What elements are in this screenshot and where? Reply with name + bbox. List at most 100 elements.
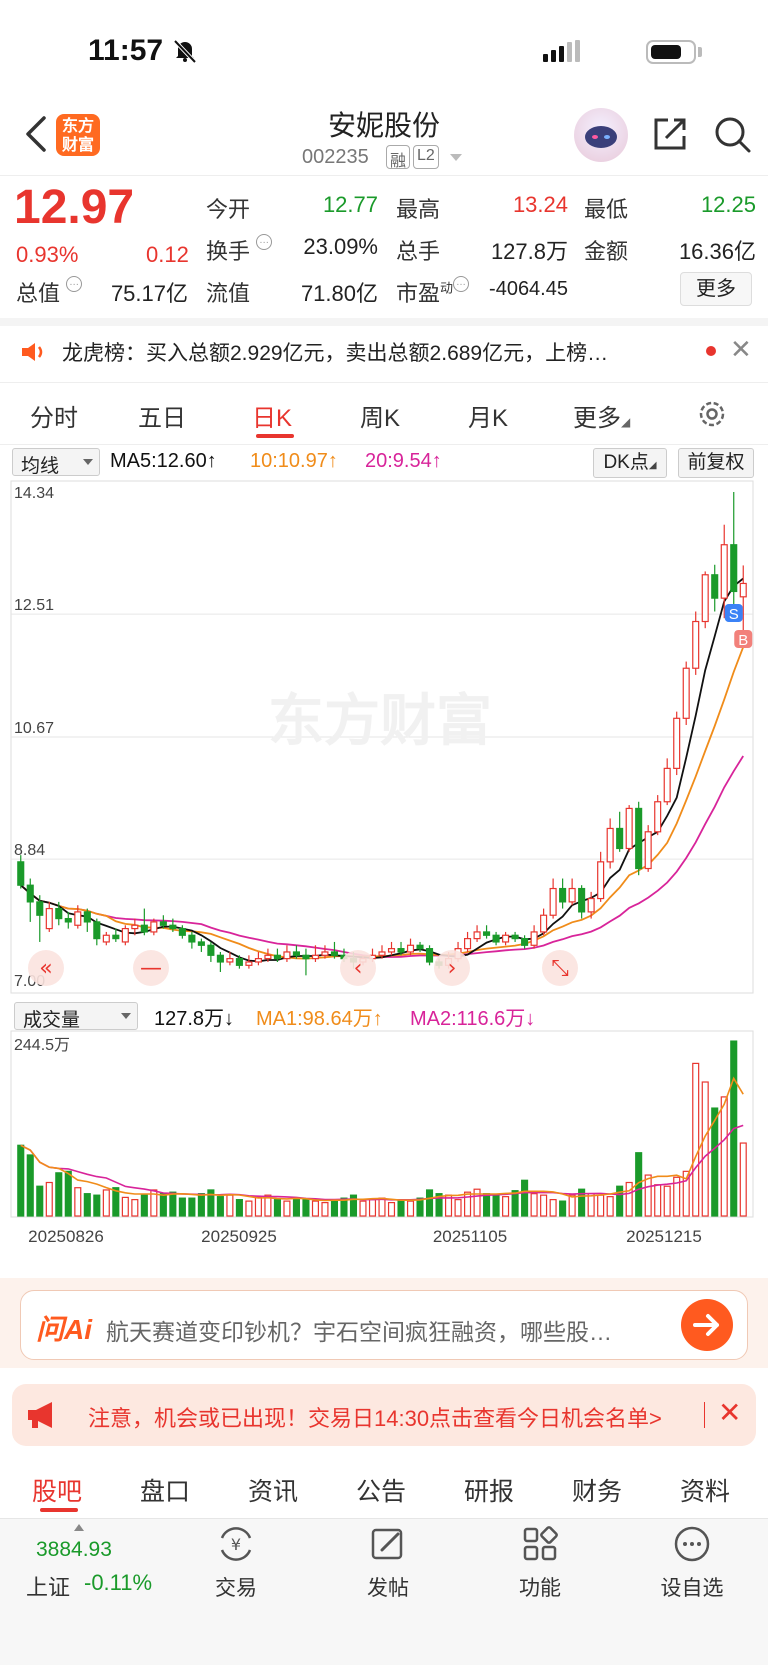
go-arrow-button[interactable] <box>681 1299 733 1351</box>
high-value: 13.24 <box>512 192 568 217</box>
tab-guba[interactable]: 股吧 <box>32 1472 82 1508</box>
volume-max-label: 244.5万 <box>14 1037 70 1054</box>
edit-post-icon[interactable] <box>368 1524 408 1564</box>
tab-monthly-k[interactable]: 月K <box>468 398 508 433</box>
volume-bar <box>587 1193 595 1217</box>
volume-bar <box>540 1194 548 1217</box>
kline-chart[interactable]: 14.3412.5110.678.847.00东方财富SB« — ‹ › ⤡ <box>10 480 758 996</box>
volume-bar <box>169 1191 177 1217</box>
candle-body <box>606 827 614 863</box>
y-tick-label: 12.51 <box>14 597 54 614</box>
close-icon[interactable]: ✕ <box>730 334 752 365</box>
tab-pankou[interactable]: 盘口 <box>140 1472 190 1508</box>
candle-body <box>140 924 148 933</box>
candle-body <box>568 887 576 903</box>
volume-bar <box>26 1154 34 1217</box>
stock-name: 安妮股份 <box>327 110 440 141</box>
volume-current: 127.8万↓ <box>154 1008 235 1030</box>
volume-bar <box>102 1189 110 1217</box>
volume-bar <box>188 1197 196 1217</box>
active-tab-indicator <box>256 434 294 438</box>
scroll-left-icon[interactable]: « <box>28 950 64 986</box>
candle-body <box>730 544 738 593</box>
candle-body <box>416 944 424 950</box>
level2-badge: L2 <box>413 145 439 169</box>
tab-weekly-k[interactable]: 周K <box>360 398 400 433</box>
volume-bar <box>83 1193 91 1217</box>
index-value[interactable]: 3884.93 <box>36 1538 112 1562</box>
candle-body <box>464 938 472 950</box>
pe-label: 市盈动… <box>396 276 470 308</box>
nav-function[interactable]: 功能 <box>500 1572 580 1602</box>
candle-body <box>701 574 709 623</box>
candle-body <box>483 931 491 936</box>
candle-body <box>26 884 34 903</box>
adjust-select[interactable]: 前复权 <box>678 448 754 478</box>
tab-more[interactable]: 更多◢ <box>573 398 630 433</box>
volume-chart[interactable]: 244.5万 20250826 20250925 20251105 20251215 <box>10 1030 758 1270</box>
y-tick-label: 8.84 <box>14 842 45 859</box>
candle-body <box>720 544 728 599</box>
volume-label: 总手 <box>396 239 441 264</box>
volume-bar <box>454 1199 462 1217</box>
chevron-down-icon[interactable] <box>450 154 462 161</box>
close-icon[interactable]: ✕ <box>718 1396 741 1429</box>
tab-research[interactable]: 研报 <box>464 1472 514 1508</box>
scroll-next-icon[interactable]: › <box>434 950 470 986</box>
turnover-value: 23.09% <box>303 234 378 259</box>
volume-bar <box>397 1199 405 1217</box>
tab-news[interactable]: 资讯 <box>248 1472 298 1508</box>
candle-body <box>226 958 234 963</box>
margin-badge: 融 <box>386 145 411 170</box>
scroll-prev-icon[interactable]: ‹ <box>340 950 376 986</box>
index-name[interactable]: 上证 <box>26 1570 70 1602</box>
alert-text[interactable]: 注意，机会或已出现！交易日14:30点击查看今日机会名单> <box>88 1401 662 1433</box>
divider <box>0 444 768 445</box>
dk-point-toggle[interactable]: DK点◢ <box>593 448 667 478</box>
candle-body <box>502 934 510 943</box>
battery-icon <box>646 40 696 64</box>
zoom-out-icon[interactable]: — <box>133 950 169 986</box>
candle-body <box>692 620 700 669</box>
volume-indicator-select[interactable]: 成交量 <box>14 1002 138 1031</box>
candle-body <box>654 801 662 833</box>
dragon-tiger-notice[interactable]: 龙虎榜：买入总额2.929亿元，卖出总额2.689亿元，上榜… <box>62 337 682 367</box>
gear-icon[interactable] <box>696 398 728 430</box>
trade-icon[interactable]: ¥ <box>216 1524 256 1564</box>
ai-assistant-avatar[interactable] <box>574 108 628 162</box>
volume-bar <box>74 1187 82 1217</box>
candle-body <box>511 934 519 940</box>
nav-watchlist[interactable]: 设自选 <box>652 1572 732 1602</box>
ask-ai-prompt[interactable]: 航天赛道变印钞机？宇石空间疯狂融资，哪些股… <box>106 1313 666 1347</box>
nav-trade[interactable]: 交易 <box>196 1572 276 1602</box>
share-icon[interactable] <box>650 114 690 154</box>
volume-bar <box>226 1194 234 1217</box>
tab-intraday[interactable]: 分时 <box>30 398 78 433</box>
index-change[interactable]: -0.11% <box>84 1570 152 1596</box>
more-button[interactable]: 更多 <box>680 272 752 306</box>
grid-function-icon[interactable] <box>520 1524 560 1564</box>
tab-announcement[interactable]: 公告 <box>356 1472 406 1508</box>
volume-bar <box>502 1196 510 1217</box>
tab-five-day[interactable]: 五日 <box>138 398 186 433</box>
tab-profile[interactable]: 资料 <box>680 1472 730 1508</box>
candle-body <box>45 907 53 930</box>
candle-body <box>197 941 205 946</box>
volume-bar <box>644 1174 652 1217</box>
high-label: 最高 <box>396 197 441 222</box>
tab-finance[interactable]: 财务 <box>572 1472 622 1508</box>
search-icon[interactable] <box>712 114 752 154</box>
tab-daily-k[interactable]: 日K <box>252 398 292 433</box>
watermark: 东方财富 <box>268 689 492 754</box>
candle-body <box>216 954 224 963</box>
candle-body <box>739 582 747 598</box>
more-dots-icon[interactable] <box>672 1524 712 1564</box>
nav-post[interactable]: 发帖 <box>348 1572 428 1602</box>
candle-body <box>330 951 339 956</box>
fullscreen-icon[interactable]: ⤡ <box>542 950 578 986</box>
back-icon[interactable] <box>22 114 50 154</box>
indicator-select[interactable]: 均线 <box>12 448 100 477</box>
candle-body <box>131 924 139 930</box>
volume-bar <box>492 1194 500 1217</box>
float-cap-value: 71.80亿 <box>300 281 378 306</box>
